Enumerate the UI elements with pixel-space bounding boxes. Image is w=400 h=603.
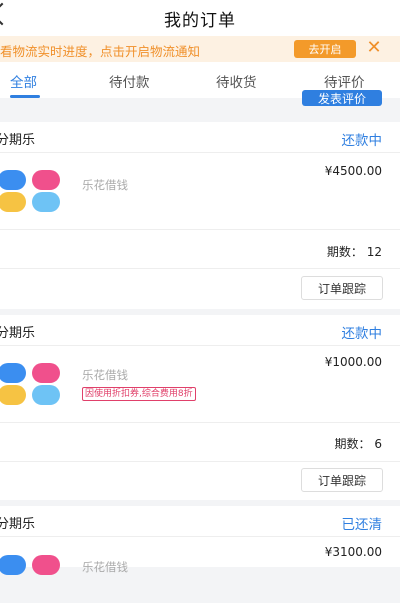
divider (0, 152, 400, 153)
product-name: 乐花借钱 (82, 178, 128, 192)
installment-periods: 期数： 6 (334, 437, 382, 451)
order-status: 还款中 (341, 326, 383, 342)
write-review-button[interactable]: 发表评价 (302, 90, 382, 106)
order-card-header: 分期乐 还款中 (0, 315, 400, 345)
order-price: ¥1000.00 (324, 355, 382, 369)
top-bar: 我的订单 (0, 0, 400, 36)
divider (0, 268, 400, 269)
order-card[interactable]: 分期乐 已还清 乐花借钱 ¥3100.00 (0, 506, 400, 575)
order-card-header: 分期乐 还款中 (0, 122, 400, 152)
order-status: 还款中 (341, 133, 383, 149)
product-name: 乐花借钱 (82, 368, 128, 382)
divider (0, 345, 400, 346)
order-card[interactable]: 分期乐 还款中 乐花借钱 因使用折扣券,综合费用8折 ¥1000.00 期数： … (0, 315, 400, 500)
order-price: ¥3100.00 (324, 545, 382, 559)
product-logo-icon (0, 363, 62, 411)
product-name: 乐花借钱 (82, 560, 128, 574)
enable-notification-button[interactable]: 去开启 (294, 40, 356, 58)
shop-name: 分期乐 (0, 133, 36, 148)
divider (0, 422, 400, 423)
active-tab-indicator (10, 95, 40, 98)
notice-text: 看物流实时进度，点击开启物流通知 (0, 44, 201, 59)
divider (0, 461, 400, 462)
back-arrow-icon[interactable] (0, 2, 14, 26)
tab-pending-payment[interactable]: 待付款 (109, 71, 150, 91)
shop-name: 分期乐 (0, 517, 36, 532)
product-logo-icon (0, 555, 62, 603)
installment-periods: 期数： 12 (326, 245, 382, 259)
tab-pending-receipt[interactable]: 待收货 (216, 71, 257, 91)
close-icon[interactable]: ✕ (366, 38, 382, 58)
product-logo-icon (0, 170, 62, 218)
order-track-button[interactable]: 订单跟踪 (301, 276, 383, 300)
order-track-button[interactable]: 订单跟踪 (301, 468, 383, 492)
tab-all[interactable]: 全部 (10, 71, 37, 91)
order-card[interactable]: 分期乐 还款中 乐花借钱 ¥4500.00 期数： 12 订单跟踪 (0, 122, 400, 309)
coupon-badge: 因使用折扣券,综合费用8折 (82, 387, 196, 401)
tab-pending-review[interactable]: 待评价 (324, 71, 365, 91)
divider (0, 229, 400, 230)
order-status: 已还清 (341, 517, 383, 533)
page-title: 我的订单 (164, 10, 236, 31)
shop-name: 分期乐 (0, 326, 36, 341)
order-price: ¥4500.00 (324, 164, 382, 178)
divider (0, 536, 400, 537)
order-card-header: 分期乐 已还清 (0, 506, 400, 536)
logistics-notice-bar: 看物流实时进度，点击开启物流通知 去开启 ✕ (0, 36, 400, 62)
